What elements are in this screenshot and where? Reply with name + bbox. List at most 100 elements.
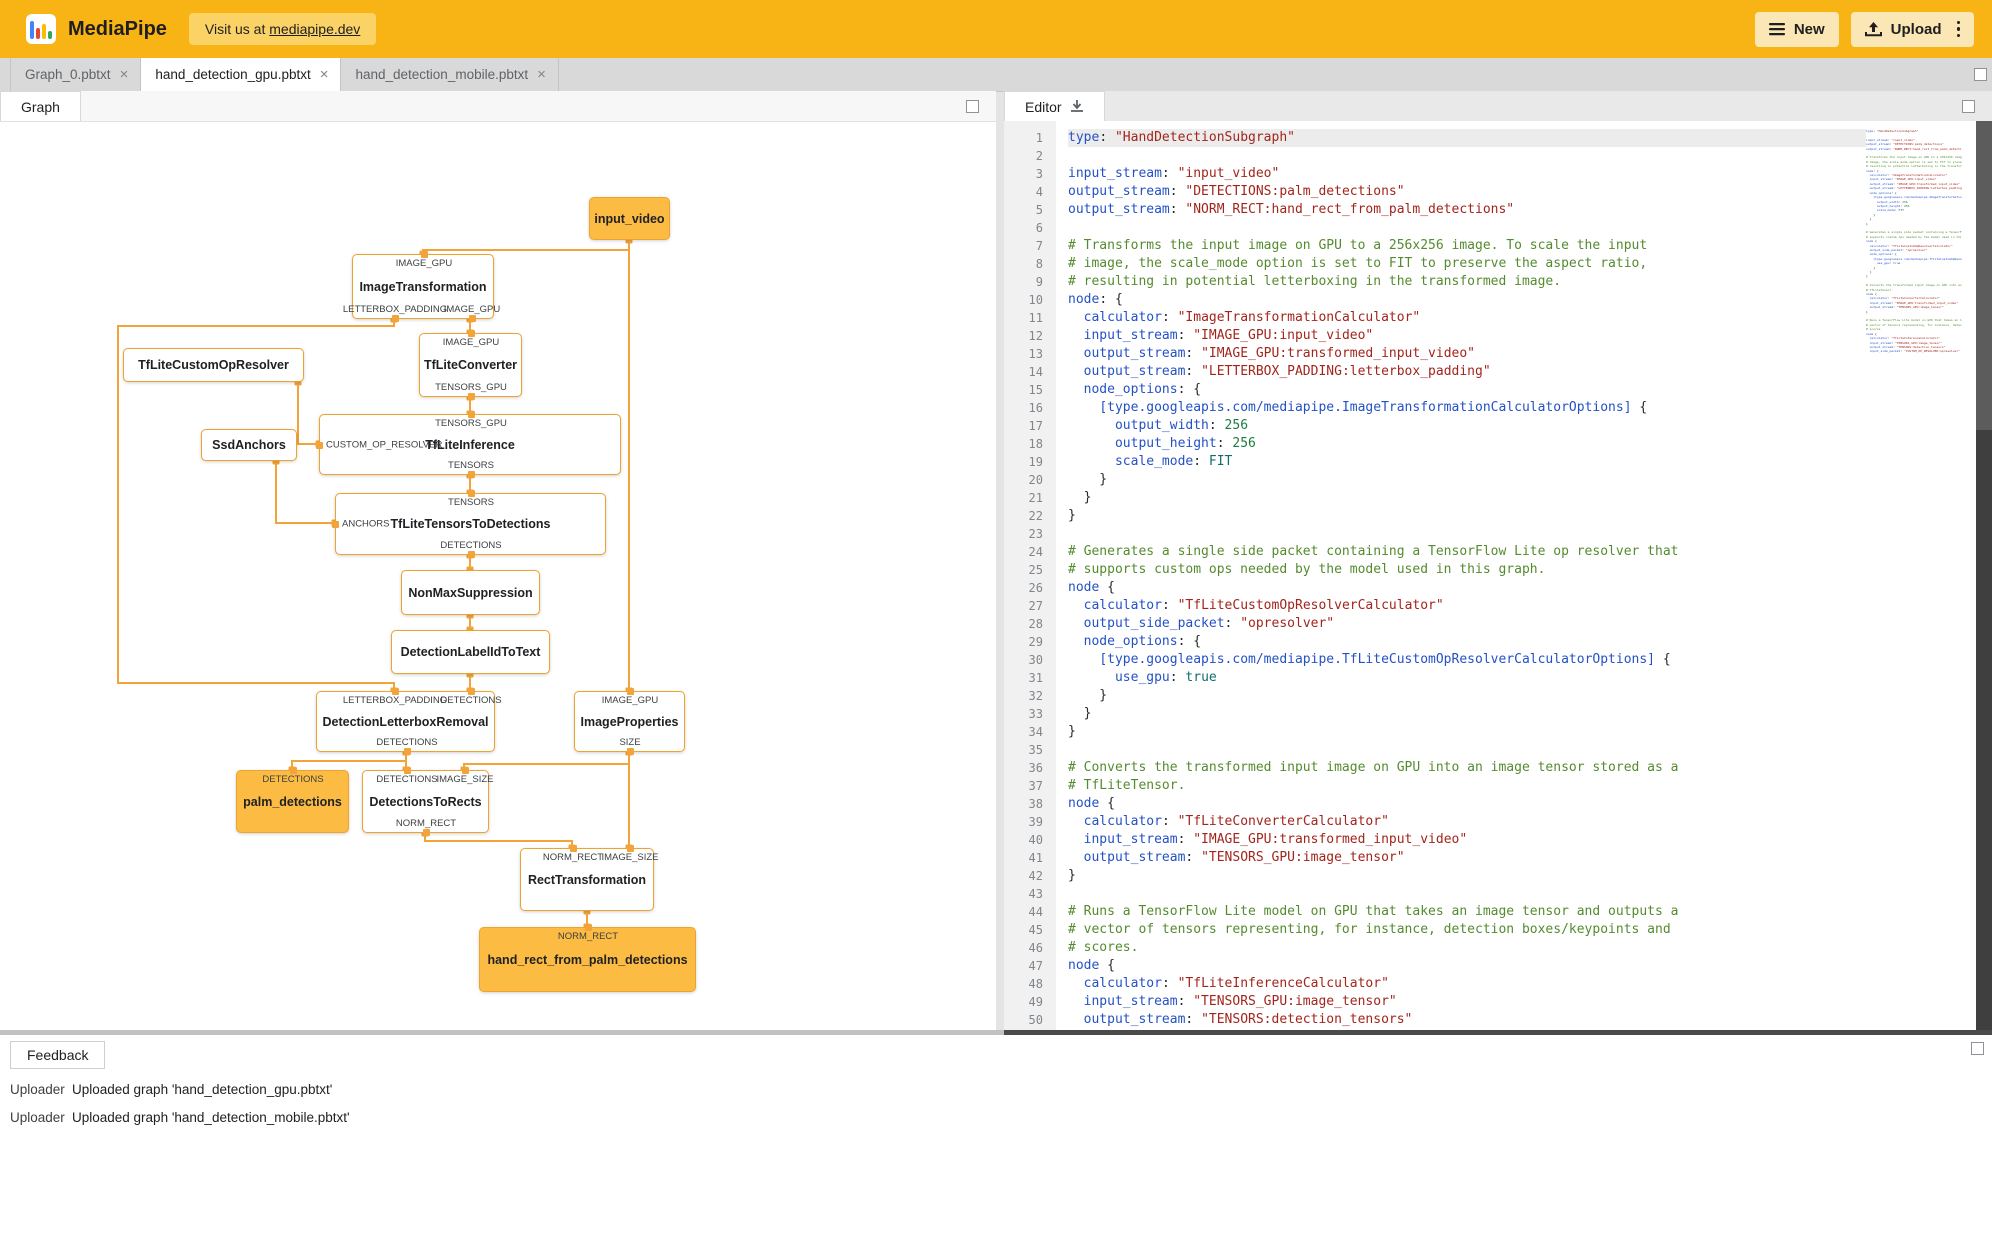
mediapipe-dev-link[interactable]: mediapipe.dev (269, 21, 360, 37)
graph-node-palm_detections[interactable]: palm_detections DETECTIONS (236, 767, 349, 833)
close-tab-icon[interactable]: × (537, 66, 546, 83)
line-number: 5 (1035, 203, 1043, 217)
graph-node-label: DetectionLetterboxRemoval (322, 714, 489, 729)
code-line: # scores. (1068, 940, 1139, 955)
code-line: # resulting in potential letterboxing in… (1068, 274, 1562, 289)
graph-node-TfLiteTensorsToDetections[interactable]: TfLiteTensorsToDetections TENSORS ANCHORS D… (332, 490, 606, 558)
graph-node-DetectionsToRects[interactable]: DetectionsToRects DETECTIONS IMAGE_SIZE NOR… (362, 767, 494, 836)
code-line: output_width: 256 (1114, 418, 1249, 433)
port-connector-icon (316, 441, 323, 449)
editor-minimap[interactable]: type: "HandDetectionSubgraph" input_stre… (1866, 121, 1962, 1030)
code-line: output_stream: "LETTERBOX_PADDING:letter… (1083, 364, 1491, 379)
line-number: 3 (1035, 167, 1043, 181)
tab-graph[interactable]: Graph (0, 91, 81, 121)
new-button[interactable]: New (1754, 11, 1839, 47)
code-line: } (1068, 688, 1108, 703)
port-label-DETECTIONS: DETECTIONS (440, 540, 502, 551)
port-connector-icon (332, 520, 339, 528)
code-line: } (1068, 706, 1092, 721)
line-number: 22 (1028, 509, 1043, 523)
download-icon[interactable] (1070, 99, 1084, 114)
port-connector-icon (468, 315, 476, 322)
line-number: 25 (1028, 563, 1043, 577)
port-connector-icon (391, 315, 399, 322)
code-line: } (1068, 724, 1076, 739)
graph-node-label: DetectionsToRects (369, 794, 482, 809)
editor-scrollbar[interactable] (1976, 121, 1992, 1030)
graph-node-label: RectTransformation (527, 872, 647, 887)
feedback-entry: Uploader Uploaded graph 'hand_detection_g… (0, 1075, 1992, 1103)
code-line: calculator: "ImageTransformationCalculat… (1083, 310, 1421, 325)
maximize-graph-icon[interactable] (966, 100, 979, 113)
line-number: 46 (1028, 941, 1043, 955)
file-tab-Graph_0.pbtxt[interactable]: Graph_0.pbtxt × (10, 58, 142, 91)
hamburger-icon (1768, 23, 1785, 36)
code-editor: 1 2 3 4 5 6 7 8 9 10 11 12 13 14 15 16 17 18 19 20 21 22 23 24 2… (1004, 121, 1992, 1030)
port-label-IMAGE_GPU: IMAGE_GPU (395, 258, 453, 269)
maximize-editor-icon[interactable] (1962, 100, 1975, 113)
port-label-NORM_RECT: NORM_RECT (395, 818, 457, 829)
more-options-icon[interactable] (1956, 20, 1960, 38)
code-line: [type.googleapis.com/mediapipe.TfLiteCus… (1099, 652, 1671, 667)
code-line: node: { (1068, 292, 1123, 307)
tab-feedback[interactable]: Feedback (10, 1041, 106, 1069)
port-connector-icon (467, 471, 475, 478)
port-label-SIZE: SIZE (619, 737, 641, 748)
mediapipe-visualizer: { "header": { "app_title": "MediaPipe", … (0, 0, 1992, 1242)
code-area[interactable]: type: "HandDetectionSubgraph" input_stre… (1056, 121, 1866, 1030)
graph-node-label: palm_detections (243, 794, 342, 809)
graph-node-ImageProperties[interactable]: ImageProperties IMAGE_GPU SIZE (574, 688, 685, 755)
graph-node-TfLiteCustomOpResolver[interactable]: TfLiteCustomOpResolver (123, 348, 304, 382)
graph-node-label: input_video (594, 211, 665, 226)
code-line: input_stream: "TENSORS_GPU:image_tensor" (1083, 994, 1397, 1009)
port-label-IMAGE_GPU: IMAGE_GPU (601, 695, 659, 706)
line-number: 43 (1028, 887, 1043, 901)
maximize-feedback-icon[interactable] (1971, 1042, 1984, 1055)
graph-node-SsdAnchors[interactable]: SsdAnchors (201, 429, 297, 461)
file-tab-hand_detection_gpu.pbtxt[interactable]: hand_detection_gpu.pbtxt × (141, 58, 342, 91)
line-number: 8 (1035, 257, 1043, 271)
graph-canvas[interactable]: input_video ImageTransformation IMAGE_GPU L… (0, 122, 996, 1031)
line-number: 37 (1028, 779, 1043, 793)
graph-node-RectTransformation[interactable]: RectTransformation NORM_RECT IMAGE_SIZE (520, 845, 659, 911)
graph-node-NonMaxSuppression[interactable]: NonMaxSuppression (401, 570, 540, 615)
graph-node-DetectionLetterboxRemoval[interactable]: DetectionLetterboxRemoval LETTERBOX_PADDI… (316, 688, 502, 755)
restore-layout-icon[interactable] (1974, 68, 1987, 81)
graph-node-TfLiteInference[interactable]: TfLiteInference TENSORS_GPU CUSTOM_OP_RESO… (316, 411, 621, 478)
upload-button[interactable]: Upload (1850, 11, 1974, 47)
port-label-CUSTOM_OP_RESOLVER: CUSTOM_OP_RESOLVER (326, 439, 443, 451)
line-number: 18 (1028, 437, 1043, 451)
upload-icon (1864, 21, 1882, 36)
editor-tab-label: Editor (1025, 98, 1062, 115)
graph-node-TfLiteConverter[interactable]: TfLiteConverter IMAGE_GPU TENSORS_GPU (419, 330, 522, 400)
port-label-TENSORS_GPU: TENSORS_GPU (435, 418, 507, 429)
graph-node-hand_rect_from_palm_detections[interactable]: hand_rect_from_palm_detections NORM_RECT (479, 924, 696, 992)
code-line: output_stream: "TENSORS:detection_tensor… (1083, 1012, 1413, 1027)
port-connector-icon (584, 924, 592, 931)
close-tab-icon[interactable]: × (120, 66, 129, 83)
line-number: 7 (1035, 239, 1043, 253)
code-line: } (1068, 490, 1092, 505)
line-number: 12 (1028, 329, 1043, 343)
line-number: 14 (1028, 365, 1043, 379)
code-line: # image, the scale_mode option is set to… (1068, 256, 1648, 271)
visit-text: Visit us at (204, 21, 270, 37)
code-line: calculator: "TfLiteConverterCalculator" (1083, 814, 1389, 829)
scrollbar-thumb[interactable] (1976, 121, 1992, 431)
line-number: 9 (1035, 275, 1043, 289)
tab-editor[interactable]: Editor (1004, 91, 1105, 121)
file-tab-hand_detection_mobile.pbtxt[interactable]: hand_detection_mobile.pbtxt × (341, 58, 559, 91)
feedback-message: Uploaded graph 'hand_detection_gpu.pbtxt… (72, 1081, 333, 1097)
graph-node-ImageTransformation[interactable]: ImageTransformation IMAGE_GPU LETTERBOX_PA… (343, 251, 500, 322)
graph-node-DetectionLabelIdToText[interactable]: DetectionLabelIdToText (391, 630, 550, 674)
file-tab-label: Graph_0.pbtxt (25, 67, 111, 82)
close-tab-icon[interactable]: × (320, 66, 329, 83)
graph-node-input_video[interactable]: input_video (589, 197, 670, 240)
file-tab-label: hand_detection_gpu.pbtxt (155, 67, 311, 82)
line-number: 30 (1028, 653, 1043, 667)
code-line: scale_mode: FIT (1114, 454, 1233, 469)
code-line: calculator: "TfLiteCustomOpResolverCalcu… (1083, 598, 1444, 613)
